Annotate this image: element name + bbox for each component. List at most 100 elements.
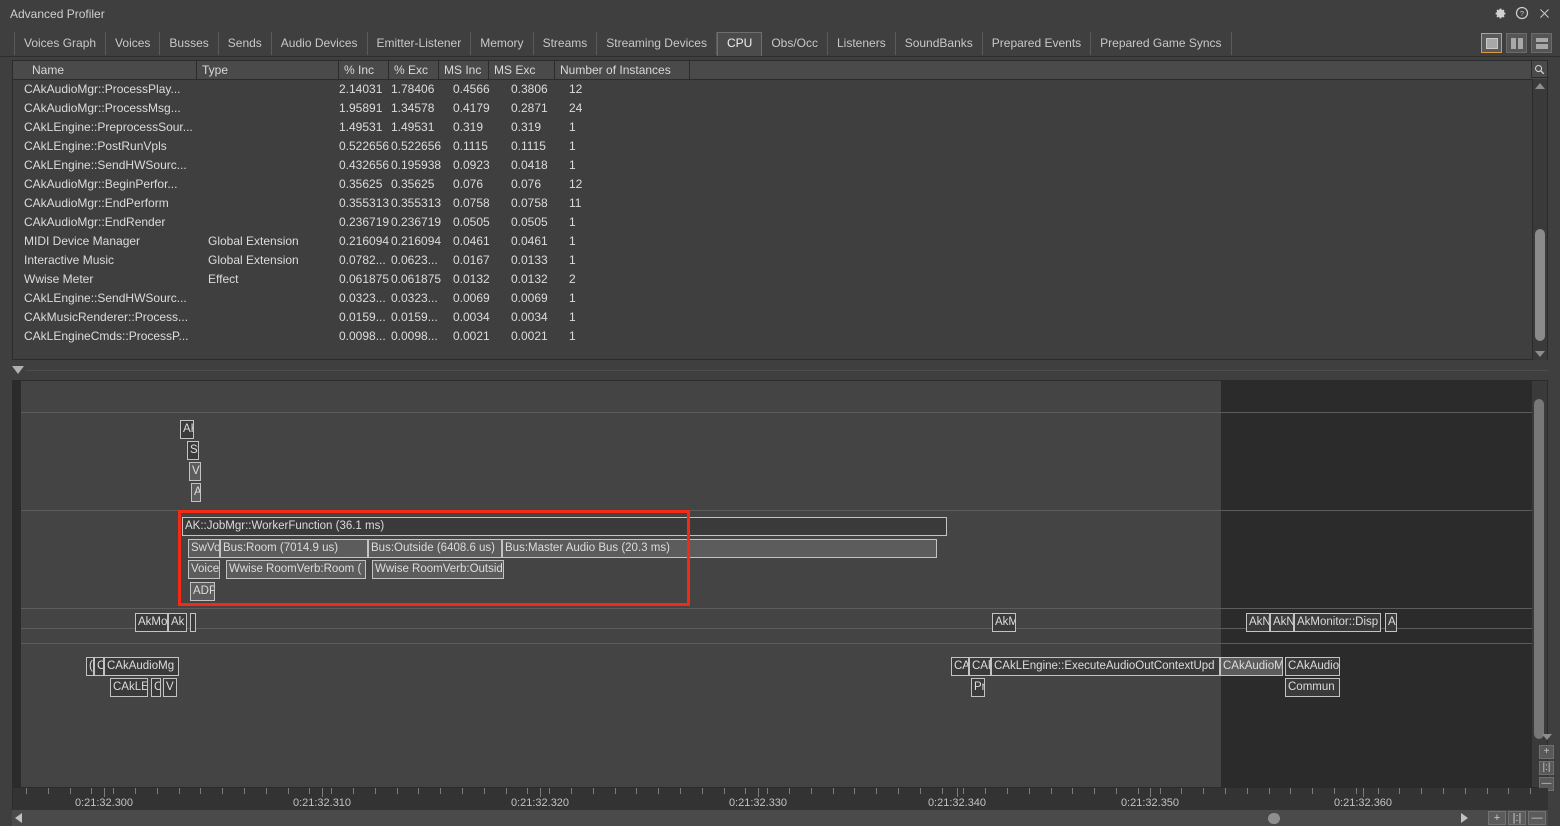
view-horizontal-split-button[interactable] [1531, 33, 1552, 53]
column-header-ms-inc[interactable]: MS Inc [439, 61, 489, 79]
timeline-block[interactable]: CAkAudio [1285, 657, 1340, 676]
tab-cpu[interactable]: CPU [717, 32, 762, 57]
timeline-scrollbar-thumb[interactable] [1534, 399, 1544, 739]
timeline-flame-graph[interactable] [12, 380, 1548, 788]
hscroll-zoom-in-button[interactable]: + [1488, 811, 1506, 825]
timeline-block[interactable]: ADP [190, 582, 215, 601]
timeline-horizontal-scrollbar[interactable]: + |:| — [12, 810, 1548, 826]
tab-sends[interactable]: Sends [219, 32, 272, 55]
column-header-number-of-instances[interactable]: Number of Instances [555, 61, 690, 79]
tab-prepared-events[interactable]: Prepared Events [983, 32, 1091, 55]
tab-prepared-game-syncs[interactable]: Prepared Game Syncs [1091, 32, 1231, 55]
timeline-block[interactable]: CAkLEngine::ExecuteAudioOutContextUpd [991, 657, 1220, 676]
timeline-block[interactable]: Sw [187, 441, 199, 460]
table-row[interactable]: CAkAudioMgr::ProcessPlay...2.140311.7840… [13, 80, 1547, 99]
tab-audio-devices[interactable]: Audio Devices [272, 32, 368, 55]
view-single-pane-button[interactable] [1481, 33, 1502, 53]
table-row[interactable]: CAkAudioMgr::ProcessMsg...1.958911.34578… [13, 99, 1547, 118]
tab-soundbanks[interactable]: SoundBanks [896, 32, 983, 55]
table-row[interactable]: CAkMusicRenderer::Process...0.0159...0.0… [13, 308, 1547, 327]
ruler-tick [48, 788, 49, 794]
settings-icon[interactable] [1490, 3, 1510, 23]
help-icon[interactable]: ? [1512, 3, 1532, 23]
timeline-block[interactable]: Wwise RoomVerb:Outsid [372, 560, 504, 579]
tab-listeners[interactable]: Listeners [828, 32, 896, 55]
timeline-block[interactable]: Voice [188, 560, 220, 579]
hscroll-right-arrow-icon[interactable] [1461, 813, 1468, 823]
table-row[interactable]: CAkLEngine::PreprocessSour...1.495311.49… [13, 118, 1547, 137]
close-icon[interactable] [1534, 3, 1554, 23]
timeline-block[interactable]: CAkAudioM [1220, 657, 1283, 676]
timeline-block[interactable]: CAkAudioMg [104, 657, 179, 676]
timeline-block[interactable]: AK [180, 420, 194, 439]
timeline-block[interactable]: Bus:Room (7014.9 us) [220, 539, 368, 558]
column-header-type[interactable]: Type [197, 61, 339, 79]
table-row[interactable]: CAkLEngineCmds::ProcessP...0.0098...0.00… [13, 327, 1547, 346]
table-row[interactable]: Interactive MusicGlobal Extension0.0782.… [13, 251, 1547, 270]
tab-voices[interactable]: Voices [106, 32, 160, 55]
table-row[interactable]: CAkLEngine::SendHWSourc...0.0323...0.032… [13, 289, 1547, 308]
table-row[interactable]: Wwise MeterEffect0.0618750.0618750.01320… [13, 270, 1547, 289]
timeline-block[interactable]: CAkLEn [110, 678, 148, 697]
timeline-block[interactable]: AK::JobMgr::WorkerFunction (36.1 ms) [182, 517, 947, 536]
hscroll-thumb[interactable] [1268, 813, 1280, 824]
table-vertical-scrollbar[interactable] [1532, 79, 1547, 360]
scroll-up-arrow-icon[interactable] [1533, 79, 1547, 92]
hscroll-zoom-fit-button[interactable]: |:| [1508, 811, 1526, 825]
column-header--exc[interactable]: % Exc [389, 61, 439, 79]
column-header--inc[interactable]: % Inc [339, 61, 389, 79]
table-row[interactable]: CAkAudioMgr::BeginPerfor...0.356250.3562… [13, 175, 1547, 194]
timeline-block[interactable]: C [151, 678, 161, 697]
hscroll-left-arrow-icon[interactable] [15, 813, 22, 823]
column-header-ms-exc[interactable]: MS Exc [489, 61, 555, 79]
scroll-down-arrow-icon[interactable] [1533, 347, 1547, 360]
tab-memory[interactable]: Memory [471, 32, 533, 55]
search-button[interactable] [1531, 61, 1547, 78]
tab-voices-graph[interactable]: Voices Graph [14, 32, 106, 55]
timeline-block[interactable]: C [94, 657, 104, 676]
timeline-block[interactable]: A [191, 483, 201, 502]
timeline-block[interactable]: AkMonitor::Disp [1294, 613, 1381, 632]
table-scrollbar-thumb[interactable] [1535, 229, 1545, 341]
timeline-block[interactable]: ( [86, 657, 94, 676]
tab-emitter-listener[interactable]: Emitter-Listener [368, 32, 472, 55]
tab-streaming-devices[interactable]: Streaming Devices [597, 32, 717, 55]
timeline-scroll-down-arrow-icon[interactable] [1539, 730, 1554, 743]
timeline-block[interactable]: Bus:Outside (6408.6 us) [368, 539, 502, 558]
timeline-zoom-in-button[interactable]: + [1539, 745, 1554, 759]
table-row[interactable]: CAkLEngine::PostRunVpls0.5226560.5226560… [13, 137, 1547, 156]
ruler-tick [942, 788, 943, 794]
table-row[interactable]: CAkLEngine::SendHWSourc...0.4326560.1959… [13, 156, 1547, 175]
ruler-tick [244, 788, 245, 794]
ruler-label: 0:21:32.300 [75, 797, 133, 809]
collapse-panel-arrow-icon[interactable] [12, 366, 24, 374]
tab-streams[interactable]: Streams [534, 32, 598, 55]
timeline-block[interactable]: Ak [168, 613, 187, 632]
timeline-block[interactable]: AkMo [135, 613, 168, 632]
timeline-vertical-scrollbar[interactable] [1532, 381, 1547, 788]
tab-obs-occ[interactable]: Obs/Occ [762, 32, 828, 55]
timeline-block[interactable]: V [163, 678, 177, 697]
timeline-block[interactable]: AkN [1246, 613, 1270, 632]
timeline-block[interactable]: AkM [992, 613, 1016, 632]
timeline-block[interactable]: CAk [969, 657, 991, 676]
timeline-block[interactable]: CA [951, 657, 969, 676]
timeline-zoom-fit-button[interactable]: |:| [1539, 761, 1554, 775]
table-row[interactable]: CAkAudioMgr::EndPerform0.3553130.3553130… [13, 194, 1547, 213]
timeline-block[interactable]: Pr [971, 678, 985, 697]
timeline-block[interactable]: AkN [1270, 613, 1294, 632]
tab-busses[interactable]: Busses [160, 32, 218, 55]
ruler-tick [854, 788, 855, 794]
table-row[interactable]: CAkAudioMgr::EndRender0.2367190.2367190.… [13, 213, 1547, 232]
timeline-block[interactable]: Wwise RoomVerb:Room ( [226, 560, 366, 579]
timeline-block[interactable]: A [1385, 613, 1397, 632]
timeline-block[interactable]: Commun [1285, 678, 1340, 697]
view-vertical-split-button[interactable] [1506, 33, 1527, 53]
hscroll-zoom-out-button[interactable]: — [1528, 811, 1546, 825]
table-row[interactable]: MIDI Device ManagerGlobal Extension0.216… [13, 232, 1547, 251]
timeline-block[interactable]: Bus:Master Audio Bus (20.3 ms) [502, 539, 937, 558]
timeline-block[interactable]: V [189, 462, 201, 481]
column-header-name[interactable]: Name [27, 61, 197, 79]
timeline-block[interactable] [190, 613, 196, 632]
timeline-block[interactable]: SwVo [188, 539, 220, 558]
